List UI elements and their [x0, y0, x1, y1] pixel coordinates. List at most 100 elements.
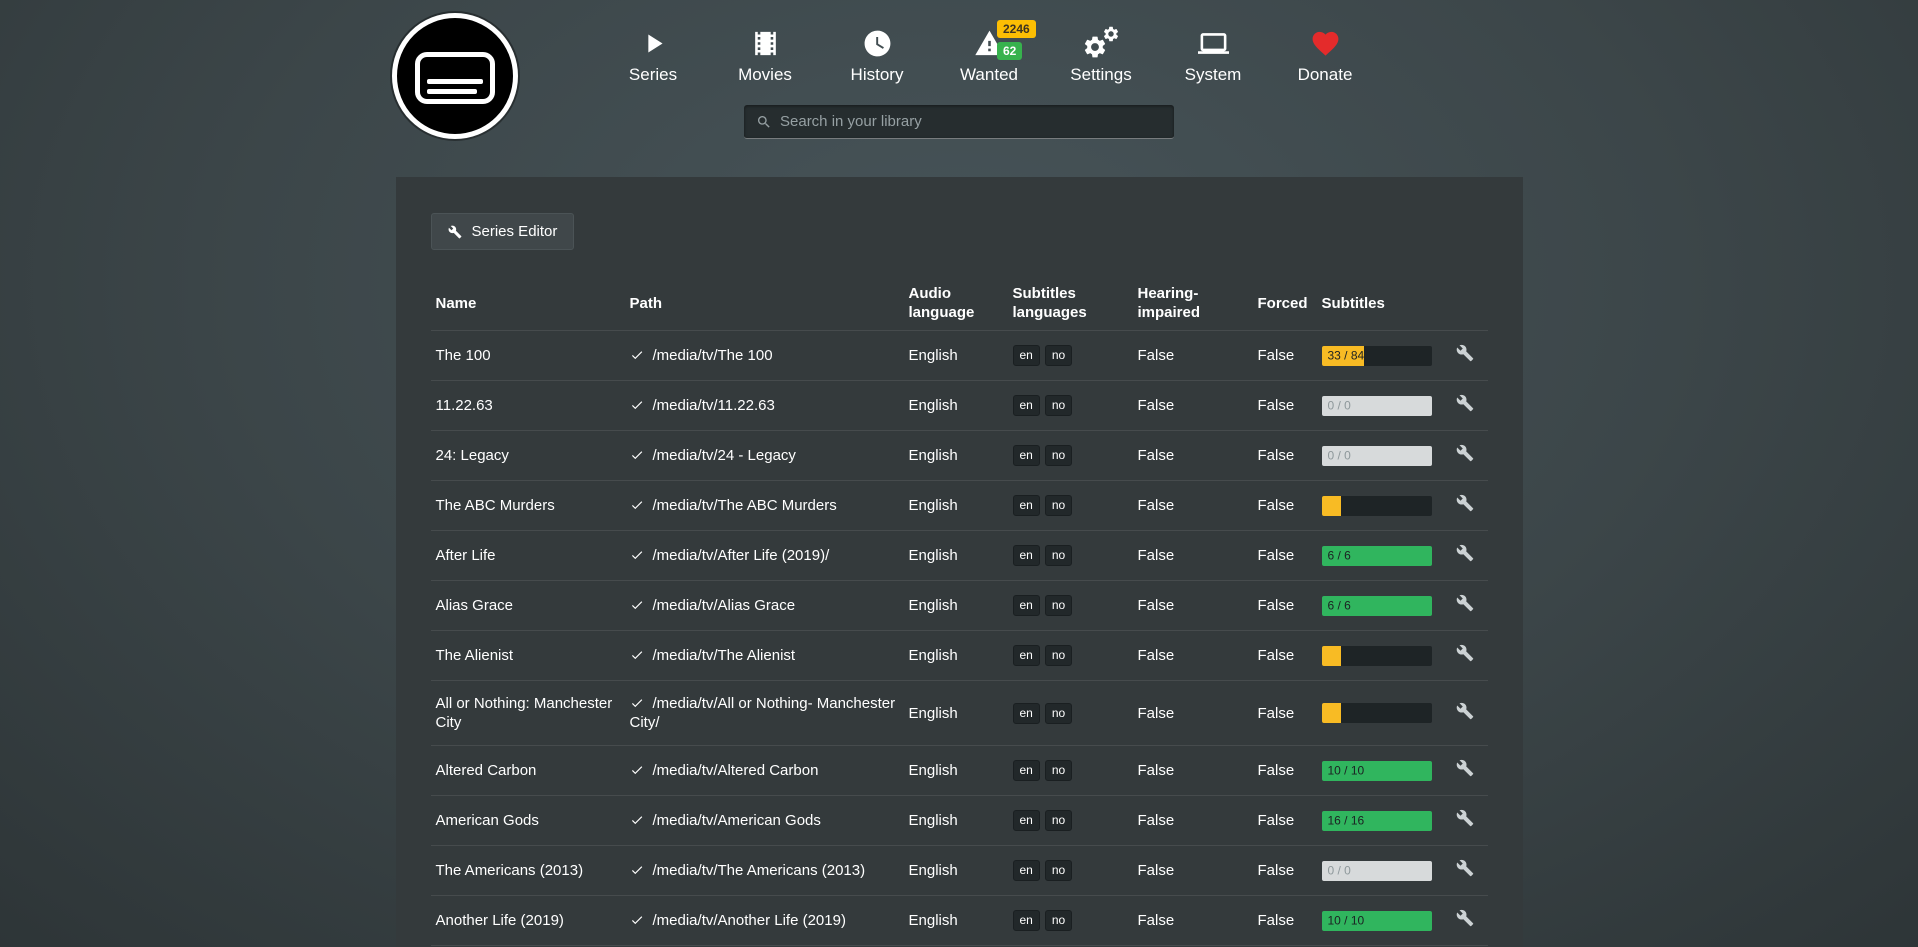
hearing-impaired-value: False [1138, 431, 1258, 481]
nav-settings[interactable]: Settings [1063, 26, 1139, 85]
subtitles-progress-cell: 0 / 0 [1322, 431, 1456, 481]
series-row: The Alienist/media/tv/The AlienistEnglis… [431, 631, 1488, 681]
nav-wanted-label: Wanted [960, 65, 1018, 85]
wrench-icon [448, 225, 462, 239]
forced-value: False [1258, 431, 1322, 481]
forced-value: False [1258, 796, 1322, 846]
series-path: /media/tv/The Alienist [630, 631, 909, 681]
row-actions [1456, 531, 1488, 581]
edit-series-button[interactable] [1456, 594, 1474, 612]
nav-movies[interactable]: Movies [727, 26, 803, 85]
series-editor-button[interactable]: Series Editor [431, 213, 575, 250]
logo-subtitle-line [427, 89, 477, 94]
series-name: The Americans (2013) [431, 846, 630, 896]
audio-language: English [909, 846, 1013, 896]
series-path: /media/tv/11.22.63 [630, 381, 909, 431]
language-badge: no [1045, 445, 1072, 466]
path-text: /media/tv/24 - Legacy [653, 447, 796, 464]
language-badge: en [1013, 595, 1040, 616]
subtitles-progress-bar: 0 / 0 [1322, 396, 1432, 416]
subtitles-languages: enno [1013, 581, 1138, 631]
language-badge: en [1013, 860, 1040, 881]
language-badge: en [1013, 445, 1040, 466]
check-icon [630, 761, 644, 780]
subtitles-progress-bar: 16 / 16 [1322, 811, 1432, 831]
edit-series-button[interactable] [1456, 494, 1474, 512]
audio-language: English [909, 746, 1013, 796]
audio-language: English [909, 631, 1013, 681]
subtitles-progress-cell: 33 / 84 [1322, 331, 1456, 381]
edit-series-button[interactable] [1456, 759, 1474, 777]
series-row: The ABC Murders/media/tv/The ABC Murders… [431, 481, 1488, 531]
language-badge: no [1045, 810, 1072, 831]
language-badge: en [1013, 910, 1040, 931]
forced-value: False [1258, 381, 1322, 431]
wrench-icon [1456, 544, 1474, 562]
column-header: Subtitles [1322, 276, 1456, 331]
edit-series-button[interactable] [1456, 644, 1474, 662]
hearing-impaired-value: False [1138, 796, 1258, 846]
language-badge: no [1045, 645, 1072, 666]
row-actions [1456, 331, 1488, 381]
edit-series-button[interactable] [1456, 394, 1474, 412]
series-row: All or Nothing: Manchester City/media/tv… [431, 681, 1488, 746]
hearing-impaired-value: False [1138, 381, 1258, 431]
edit-series-button[interactable] [1456, 809, 1474, 827]
series-name: After Life [431, 531, 630, 581]
subtitles-progress-bar: 33 / 84 [1322, 346, 1432, 366]
series-path: /media/tv/The ABC Murders [630, 481, 909, 531]
edit-series-button[interactable] [1456, 444, 1474, 462]
language-badge: no [1045, 910, 1072, 931]
series-name: Altered Carbon [431, 746, 630, 796]
subtitles-progress-bar: 6 / 6 [1322, 596, 1432, 616]
subtitles-languages: enno [1013, 531, 1138, 581]
series-path: /media/tv/After Life (2019)/ [630, 531, 909, 581]
row-actions [1456, 746, 1488, 796]
film-icon [750, 26, 781, 60]
table-header-row: NamePathAudio languageSubtitles language… [431, 276, 1488, 331]
subtitles-progress-label: 0 / 0 [1328, 396, 1351, 415]
nav-movies-label: Movies [738, 65, 792, 85]
series-row: 11.22.63/media/tv/11.22.63EnglishennoFal… [431, 381, 1488, 431]
series-name: All or Nothing: Manchester City [431, 681, 630, 746]
subtitles-progress-label: 10 / 10 [1328, 911, 1365, 930]
path-text: /media/tv/After Life (2019)/ [653, 547, 830, 564]
nav-history[interactable]: History [839, 26, 915, 85]
wrench-icon [1456, 702, 1474, 720]
subtitles-progress-label: 6 / 6 [1328, 546, 1351, 565]
subtitles-languages: enno [1013, 846, 1138, 896]
wrench-icon [1456, 344, 1474, 362]
forced-value: False [1258, 746, 1322, 796]
language-badge: en [1013, 703, 1040, 724]
nav-donate[interactable]: Donate [1287, 26, 1363, 85]
subtitles-progress-cell: 0 / 0 [1322, 846, 1456, 896]
edit-series-button[interactable] [1456, 344, 1474, 362]
subtitles-progress-label: 16 / 16 [1328, 811, 1365, 830]
check-icon [630, 346, 644, 365]
subtitles-progress-cell: 6 / 6 [1322, 531, 1456, 581]
nav-wanted[interactable]: 2246 62 Wanted [951, 26, 1027, 85]
play-icon [638, 26, 669, 60]
subtitles-progress-cell: 6 / 6 [1322, 581, 1456, 631]
search-input[interactable] [780, 113, 1162, 130]
path-text: /media/tv/Altered Carbon [653, 762, 819, 779]
wrench-icon [1456, 759, 1474, 777]
subtitles-progress-label: 0 / 0 [1328, 861, 1351, 880]
edit-series-button[interactable] [1456, 859, 1474, 877]
library-search[interactable] [744, 105, 1174, 139]
edit-series-button[interactable] [1456, 702, 1474, 720]
wanted-movies-count-badge: 62 [997, 42, 1022, 60]
edit-series-button[interactable] [1456, 544, 1474, 562]
check-icon [630, 646, 644, 665]
series-row: Alias Grace/media/tv/Alias GraceEnglishe… [431, 581, 1488, 631]
row-actions [1456, 581, 1488, 631]
path-text: /media/tv/11.22.63 [653, 397, 775, 414]
subtitles-languages: enno [1013, 481, 1138, 531]
audio-language: English [909, 796, 1013, 846]
nav-series[interactable]: Series [615, 26, 691, 85]
nav-system[interactable]: System [1175, 26, 1251, 85]
check-icon [630, 396, 644, 415]
edit-series-button[interactable] [1456, 909, 1474, 927]
row-actions [1456, 846, 1488, 896]
path-text: /media/tv/The 100 [653, 347, 773, 364]
